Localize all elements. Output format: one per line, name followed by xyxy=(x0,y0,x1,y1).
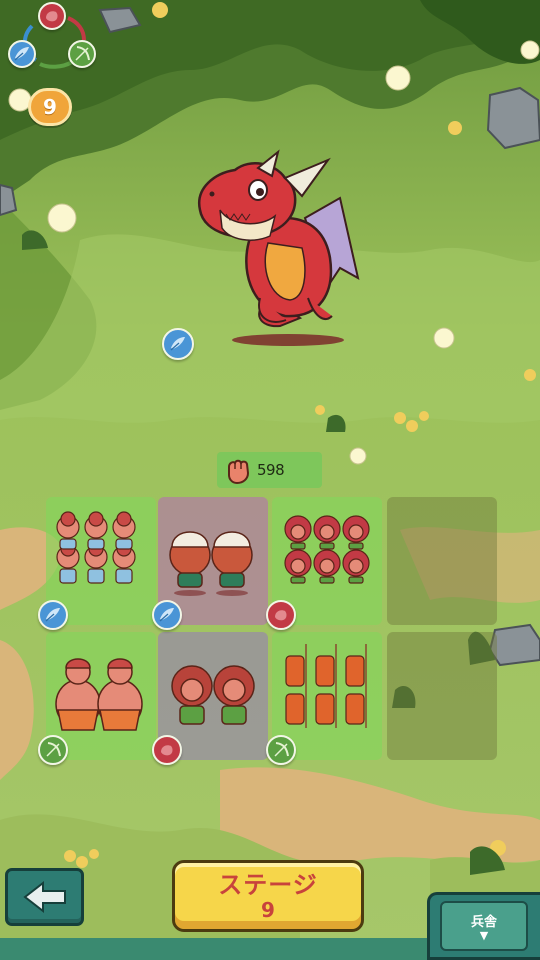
fire-icon xyxy=(38,2,66,30)
formation-slot-r1c4-empty[interactable] xyxy=(387,497,497,625)
slot-element-fire-icon xyxy=(152,735,182,765)
slot-element-bow-icon xyxy=(38,735,68,765)
slot-element-bow-icon xyxy=(266,735,296,765)
barracks-button[interactable]: 兵舎 ▼ xyxy=(440,901,528,951)
fist-icon xyxy=(228,459,250,485)
stage-button-number: 9 xyxy=(261,898,275,922)
enemy-element-wind-feather-icon xyxy=(162,328,194,360)
formation-slot-r2c4-empty[interactable] xyxy=(387,632,497,760)
enemy-dragon[interactable] xyxy=(190,148,365,348)
back-arrow-icon xyxy=(22,880,66,914)
slot-element-fire-icon xyxy=(266,600,296,630)
barracks-panel: 兵舎 ▼ xyxy=(427,892,540,960)
stage-button-label: ステージ xyxy=(218,871,318,899)
stage-start-button[interactable]: ステージ 9 xyxy=(172,860,364,932)
slot-element-wind-feather-icon xyxy=(152,600,182,630)
element-cycle-indicator xyxy=(6,0,101,80)
chevron-down-icon: ▼ xyxy=(479,928,489,942)
barracks-label: 兵舎 xyxy=(470,914,497,930)
slot-element-wind-feather-icon xyxy=(38,600,68,630)
stage-counter-badge: 9 xyxy=(28,88,72,126)
bow-icon xyxy=(68,40,96,68)
power-value: 598 xyxy=(257,461,285,479)
stage-counter-value: 9 xyxy=(43,95,57,119)
back-button[interactable] xyxy=(5,868,84,926)
formation-power-indicator: 598 xyxy=(217,452,322,488)
wind-feather-icon xyxy=(8,40,36,68)
red-dragon-sprite xyxy=(197,149,360,346)
